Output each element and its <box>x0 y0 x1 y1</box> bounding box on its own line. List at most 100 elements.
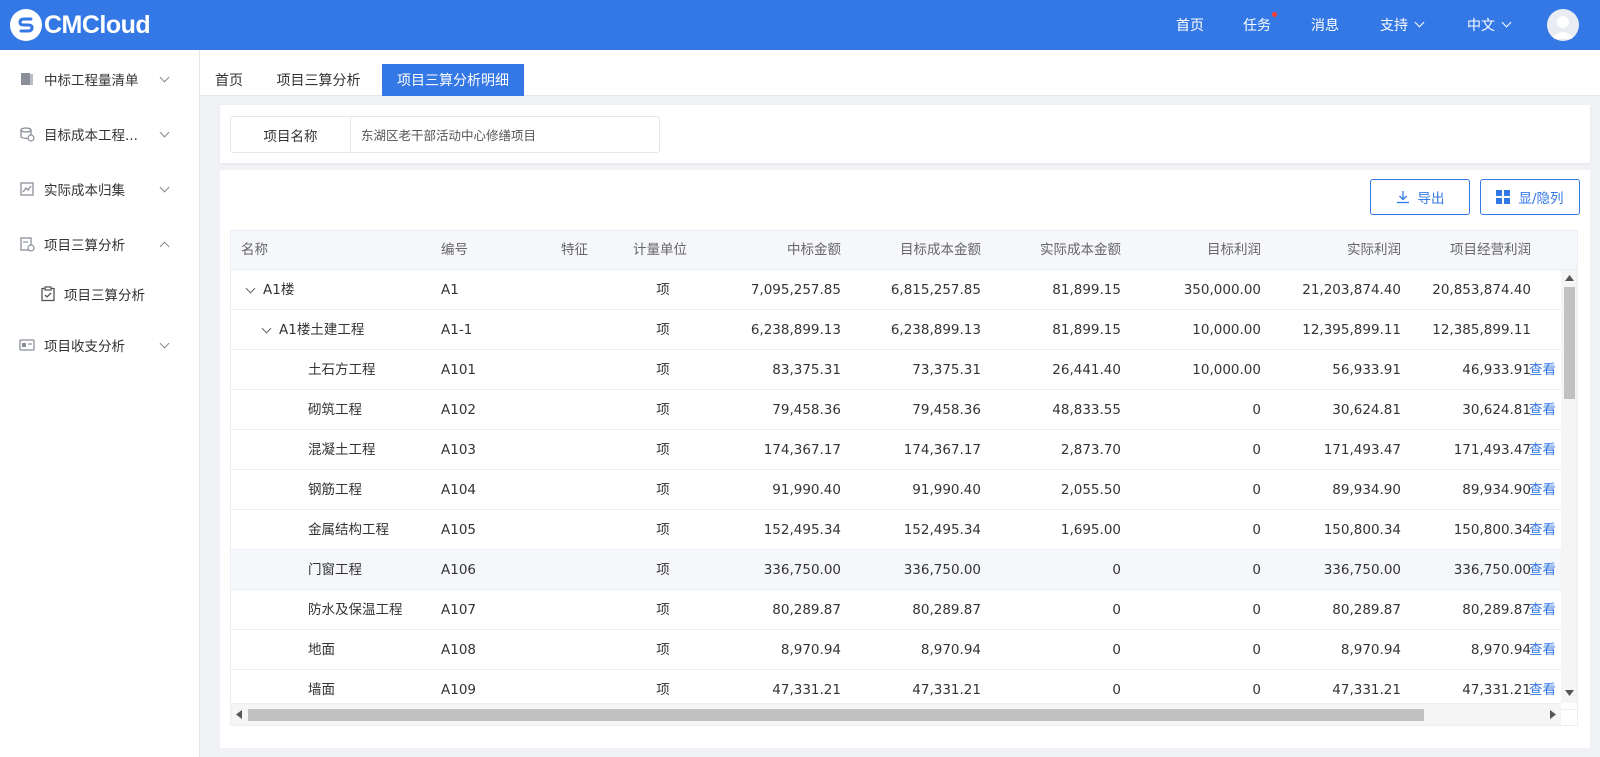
table-row[interactable]: 地面 A108 项 8,970.94 8,970.94 0 0 8,970.94 8,970.9… <box>231 630 1577 670</box>
scroll-left-icon[interactable] <box>236 710 242 719</box>
tab-three-calc-detail[interactable]: 项目三算分析明细 <box>382 64 524 96</box>
cell-actual: 0 <box>1112 642 1121 658</box>
view-link[interactable]: 查看 <box>1529 430 1556 470</box>
view-link[interactable]: 查看 <box>1529 590 1556 630</box>
cell-op-profit: 46,933.91 <box>1462 362 1531 378</box>
filter-panel: 项目名称 东湖区老干部活动中心修缮项目 <box>220 105 1590 163</box>
cell-bid: 152,495.34 <box>763 522 841 538</box>
cell-actual: 48,833.55 <box>1052 402 1121 418</box>
horizontal-scroll-thumb[interactable] <box>248 709 1424 721</box>
logo[interactable]: CMCloud <box>10 9 151 41</box>
cell-target: 152,495.34 <box>903 522 981 538</box>
vertical-scrollbar[interactable] <box>1561 270 1577 703</box>
horizontal-scrollbar[interactable] <box>231 703 1561 725</box>
nav-home[interactable]: 首页 <box>1176 0 1204 50</box>
export-label: 导出 <box>1417 191 1445 207</box>
cell-name: A1楼土建工程 <box>279 322 365 338</box>
cell-unit: 项 <box>656 522 670 538</box>
project-name-label: 项目名称 <box>231 117 351 152</box>
tab-bar: 首页 项目三算分析 项目三算分析明细 <box>200 50 1600 96</box>
scroll-right-icon[interactable] <box>1550 710 1556 719</box>
cell-bid: 336,750.00 <box>763 562 841 578</box>
sidebar-item-label: 项目收支分析 <box>44 339 125 355</box>
avatar[interactable] <box>1547 9 1579 41</box>
nav-support[interactable]: 支持 <box>1380 0 1425 50</box>
cell-actual: 1,695.00 <box>1060 522 1121 538</box>
view-link[interactable]: 查看 <box>1529 390 1556 430</box>
cell-actual: 81,899.15 <box>1052 322 1121 338</box>
view-link[interactable]: 查看 <box>1529 630 1556 670</box>
tab-home[interactable]: 首页 <box>210 64 248 96</box>
sidebar-item-actual-cost[interactable]: 实际成本归集 <box>0 167 200 211</box>
cell-bid: 6,238,899.13 <box>750 322 841 338</box>
view-link[interactable]: 查看 <box>1529 350 1556 390</box>
logo-icon <box>10 9 42 41</box>
cell-op-profit: 12,385,899.11 <box>1432 322 1531 338</box>
chevron-down-icon <box>1414 17 1425 28</box>
sidebar-item-income-expense[interactable]: 项目收支分析 <box>0 323 200 367</box>
cell-op-profit: 150,800.34 <box>1453 522 1531 538</box>
cell-actual: 2,055.50 <box>1060 482 1121 498</box>
sidebar-subitem-three-calc[interactable]: 项目三算分析 <box>0 272 200 316</box>
toggle-columns-label: 显/隐列 <box>1518 191 1564 207</box>
tab-three-calc[interactable]: 项目三算分析 <box>271 64 366 96</box>
cell-actual: 0 <box>1112 602 1121 618</box>
view-link[interactable]: 查看 <box>1529 510 1556 550</box>
table-row[interactable]: 钢筋工程 A104 项 91,990.40 91,990.40 2,055.50 0 89,9… <box>231 470 1577 510</box>
nav-language[interactable]: 中文 <box>1467 0 1512 50</box>
cell-op-profit: 20,853,874.40 <box>1432 282 1531 298</box>
expand-chevron-icon[interactable] <box>261 323 272 334</box>
view-link[interactable]: 查看 <box>1529 550 1556 590</box>
cell-target: 174,367.17 <box>903 442 981 458</box>
chevron-down-icon <box>159 338 170 348</box>
cell-bid: 8,970.94 <box>780 642 841 658</box>
table-row[interactable]: A1楼 A1 项 7,095,257.85 6,815,257.85 81,899.15 3… <box>231 270 1577 310</box>
view-link[interactable]: 查看 <box>1529 470 1556 510</box>
table-row[interactable]: 土石方工程 A101 项 83,375.31 73,375.31 26,441.40 10,… <box>231 350 1577 390</box>
column-header: 目标成本金额 <box>900 242 981 258</box>
cell-target-profit: 350,000.00 <box>1183 282 1261 298</box>
cell-code: A1 <box>441 282 459 298</box>
cell-unit: 项 <box>656 322 670 338</box>
table-row[interactable]: 金属结构工程 A105 项 152,495.34 152,495.34 1,695.00 0… <box>231 510 1577 550</box>
nav-tasks[interactable]: 任务 <box>1243 0 1277 50</box>
toggle-columns-button[interactable]: 显/隐列 <box>1480 179 1580 215</box>
expand-chevron-icon[interactable] <box>245 283 256 294</box>
sidebar-item-target-cost[interactable]: 目标成本工程... <box>0 112 200 156</box>
data-table: 名称 编号 特征 计量单位 中标金额 目标成本金额 实际成本金额 目标利润 实际… <box>230 230 1578 726</box>
logo-text: CMCloud <box>44 10 151 39</box>
nav-language-label: 中文 <box>1467 18 1495 34</box>
table-row[interactable]: 混凝土工程 A103 项 174,367.17 174,367.17 2,873.70 0 1… <box>231 430 1577 470</box>
cell-code: A101 <box>441 362 477 378</box>
cell-target-profit: 0 <box>1252 562 1261 578</box>
table-row[interactable]: 防水及保温工程 A107 项 80,289.87 80,289.87 0 0 80,289.8… <box>231 590 1577 630</box>
cell-name: 混凝土工程 <box>308 442 376 458</box>
cell-unit: 项 <box>656 482 670 498</box>
cell-target-profit: 0 <box>1252 642 1261 658</box>
nav-messages[interactable]: 消息 <box>1311 0 1339 50</box>
table-row[interactable]: 砌筑工程 A102 项 79,458.36 79,458.36 48,833.55 0 30,… <box>231 390 1577 430</box>
sidebar-item-three-calc[interactable]: 项目三算分析 <box>0 222 200 266</box>
cell-target: 6,815,257.85 <box>890 282 981 298</box>
scroll-down-icon[interactable] <box>1565 690 1574 696</box>
table-row[interactable]: 门窗工程 A106 项 336,750.00 336,750.00 0 0 336,750.0… <box>231 550 1577 590</box>
cell-target-profit: 0 <box>1252 522 1261 538</box>
sidebar-item-label: 实际成本归集 <box>44 183 125 199</box>
cell-unit: 项 <box>656 442 670 458</box>
column-header: 实际利润 <box>1347 242 1401 258</box>
cell-target: 91,990.40 <box>912 482 981 498</box>
export-button[interactable]: 导出 <box>1370 179 1470 215</box>
vertical-scroll-thumb[interactable] <box>1564 287 1575 399</box>
cell-name: 地面 <box>308 642 335 658</box>
cell-actual-profit: 56,933.91 <box>1332 362 1401 378</box>
grid-icon <box>1496 190 1511 204</box>
analysis-icon <box>20 237 35 252</box>
sidebar-item-label: 项目三算分析 <box>44 238 125 254</box>
notification-dot <box>1272 12 1277 17</box>
table-row[interactable]: A1楼土建工程 A1-1 项 6,238,899.13 6,238,899.13 81,8… <box>231 310 1577 350</box>
cell-unit: 项 <box>656 602 670 618</box>
nav-support-label: 支持 <box>1380 18 1408 34</box>
scroll-up-icon[interactable] <box>1565 275 1574 281</box>
column-header: 目标利润 <box>1207 242 1261 258</box>
sidebar-item-bid-list[interactable]: 中标工程量清单 <box>0 57 200 101</box>
